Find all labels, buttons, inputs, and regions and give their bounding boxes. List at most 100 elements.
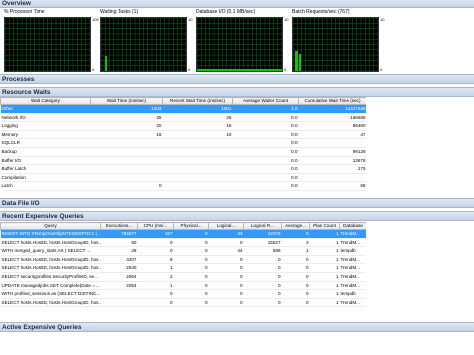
table-row[interactable]: WITH merged_query_stats AS ( SELECT ... 2…: [0, 246, 367, 256]
table-cell: Compilation: [0, 173, 91, 183]
column-header[interactable]: Wait Time (ms/sec): [90, 97, 163, 105]
recent-expensive-queries-header[interactable]: Recent Expensive Queries: [0, 211, 474, 221]
perf-graph-canvas: [196, 17, 283, 72]
table-row[interactable]: SELECT hosts.HostID, hosts.HostGroupID, …: [0, 298, 367, 308]
perf-graph-scale: 100 0: [92, 17, 99, 72]
table-cell: 0: [208, 272, 244, 282]
table-row[interactable]: Latch 0 0.0 69: [0, 181, 367, 191]
table-cell: Memory: [0, 130, 91, 140]
perf-graph-scale: 10 0: [380, 17, 384, 72]
column-header[interactable]: Average...: [281, 222, 310, 230]
resource-waits-table[interactable]: Wait Category Wait Time (ms/sec) Recent Wa…: [0, 97, 367, 191]
table-row[interactable]: SELECT hosts.HostID, hosts.HostGroupID, …: [0, 263, 367, 273]
table-cell: SQLCLR: [0, 138, 91, 148]
table-row[interactable]: Backup 0.0 99128: [0, 147, 367, 157]
table-cell: [162, 181, 233, 191]
table-cell: 60: [100, 238, 138, 248]
table-cell: [162, 156, 233, 166]
table-cell: 8: [137, 255, 174, 265]
scale-tick: 0: [188, 66, 191, 72]
table-cell: 2640: [100, 263, 138, 273]
table-row[interactable]: WITH profiled_sessions as (SELECT DISTIN…: [0, 289, 367, 299]
processes-header[interactable]: Processes: [0, 74, 474, 84]
table-cell: 0.0: [232, 164, 299, 174]
data-file-io-header[interactable]: Data File I/O: [0, 198, 474, 208]
table-cell: 1: [309, 281, 340, 291]
table-cell: [298, 138, 367, 148]
table-row[interactable]: Compilation 0.0: [0, 173, 367, 183]
column-header[interactable]: Plan Count: [309, 222, 340, 230]
table-cell: 0.0: [232, 147, 299, 157]
perf-graph-scale: 10 0: [188, 17, 192, 72]
perf-graph-2: Database I/O (0.1 MB/sec) 10 0: [196, 9, 292, 72]
table-cell: 0: [173, 238, 209, 248]
table-cell: Network I/O: [0, 113, 91, 123]
column-header[interactable]: Database: [339, 222, 367, 230]
table-cell: 2: [137, 272, 174, 282]
table-cell: 0: [173, 229, 209, 239]
column-header[interactable]: Physical...: [173, 222, 209, 230]
table-cell: 2054: [100, 281, 138, 291]
column-header[interactable]: Query: [0, 222, 101, 230]
table-cell: 166686: [298, 113, 367, 123]
graph-trace: [197, 69, 282, 71]
table-cell: 0: [281, 281, 310, 291]
table-row[interactable]: Buffer I/O 0.0 13676: [0, 156, 367, 166]
perf-graph-0: % Processor Time 100 0: [4, 9, 100, 72]
column-header[interactable]: Cumulative Wait Time (sec): [298, 97, 367, 105]
resource-waits-header[interactable]: Resource Waits: [0, 87, 474, 97]
perf-graph-title: Waiting Tasks (1): [100, 9, 139, 15]
data-file-io-title: Data File I/O: [2, 200, 40, 207]
table-row[interactable]: Buffer Latch 0.0 175: [0, 164, 367, 174]
table-cell: 1: [309, 229, 340, 239]
table-row[interactable]: UPDATE managedjobs SET Complete(Date = .…: [0, 281, 367, 291]
table-cell: 2064: [100, 272, 138, 282]
overview-title: Overview: [2, 0, 31, 7]
table-cell: [298, 173, 367, 183]
table-cell: 0: [243, 263, 282, 273]
scale-tick: 10: [188, 17, 193, 22]
column-header[interactable]: Average Waiter Count: [232, 97, 299, 105]
table-cell: SELECT hosts.HostID, hosts.HostGroupID, …: [0, 238, 101, 248]
column-header[interactable]: Executions...: [100, 222, 138, 230]
overview-header[interactable]: Overview: [0, 0, 474, 8]
table-cell: 3: [281, 238, 310, 248]
table-cell: 0: [243, 289, 282, 299]
table-cell: 0: [173, 272, 209, 282]
table-cell: [90, 173, 163, 183]
table-row[interactable]: INSERT INTO #TempOneObjINTEGERPOC1 (... 7…: [0, 229, 367, 239]
table-row[interactable]: Other 1003 1001 1.0 12327639: [0, 104, 367, 114]
active-expensive-queries-header[interactable]: Active Expensive Queries: [0, 322, 474, 332]
table-cell: 1: [309, 289, 340, 299]
table-row[interactable]: SELECT hosts.HostID, hosts.HostGroupID, …: [0, 238, 367, 248]
table-row[interactable]: SELECT hosts.HostID, hosts.HostGroupID, …: [0, 255, 367, 265]
table-cell: 0: [137, 289, 174, 299]
table-cell: Buffer I/O: [0, 156, 91, 166]
table-cell: 0: [173, 298, 209, 308]
table-cell: 0: [137, 246, 174, 256]
table-cell: 44: [208, 246, 244, 256]
table-cell: TrendM...: [339, 255, 367, 265]
table-cell: 598: [243, 246, 282, 256]
table-cell: 1: [309, 263, 340, 273]
table-cell: 0: [137, 238, 174, 248]
recent-queries-table[interactable]: Query Executions... CPU (ms/... Physical...…: [0, 222, 367, 308]
table-cell: [90, 147, 163, 157]
column-header[interactable]: CPU (ms/...: [137, 222, 174, 230]
table-row[interactable]: Network I/O 25 26 0.0 166686: [0, 113, 367, 123]
table-row[interactable]: Logging 20 16 0.0 86480: [0, 121, 367, 131]
column-header[interactable]: Wait Category: [0, 97, 91, 105]
table-cell: [162, 138, 233, 148]
table-cell: 0: [173, 246, 209, 256]
table-row[interactable]: SELECT securityprofiles.SecurityProfileI…: [0, 272, 367, 282]
column-header[interactable]: Logical...: [208, 222, 244, 230]
table-row[interactable]: SQLCLR 0.0: [0, 138, 367, 148]
table-row[interactable]: Memory 16 10 0.0 47: [0, 130, 367, 140]
table-cell: 1003: [90, 104, 163, 114]
table-cell: 0: [208, 298, 244, 308]
perf-graph-scale: 10 0: [284, 17, 288, 72]
column-header[interactable]: Logical R...: [243, 222, 282, 230]
table-cell: 1: [309, 272, 340, 282]
column-header[interactable]: Recent Wait Time (ms/sec): [162, 97, 233, 105]
table-cell: Latch: [0, 181, 91, 191]
